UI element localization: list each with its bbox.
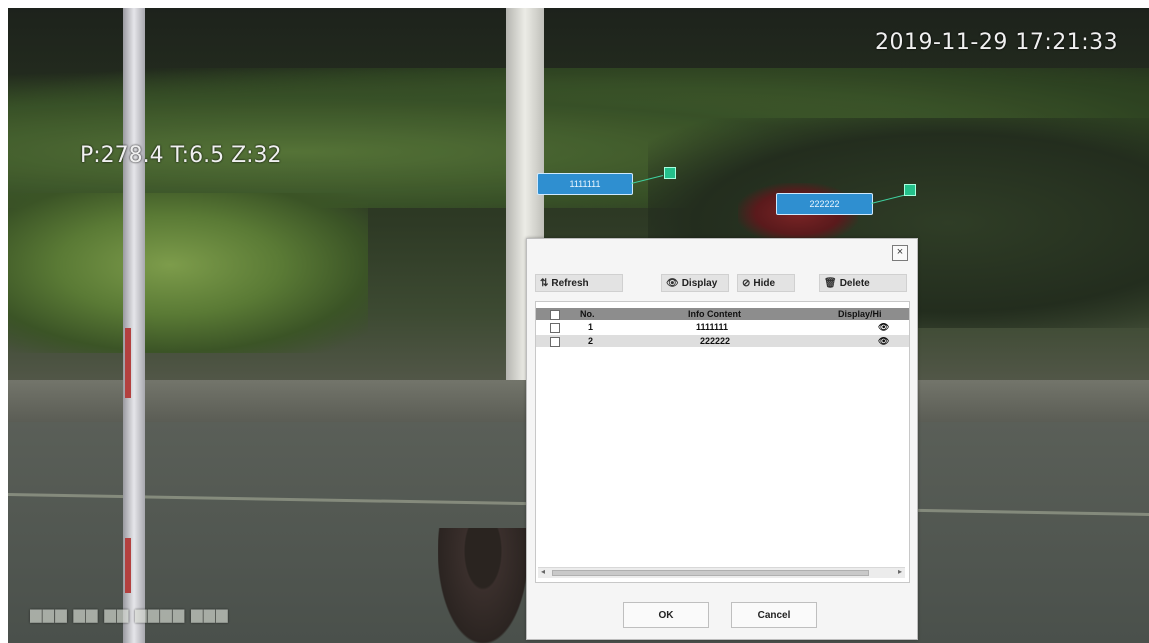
close-button[interactable]: × [892,245,908,261]
info-overlay-dialog: × ⇅ Refresh 👁 Display ⊘ Hide 🗑 Delete No… [526,238,918,640]
pole-marking [125,538,131,593]
list-header: No. Info Content Display/Hi [536,308,909,320]
display-button[interactable]: 👁 Display [661,274,729,292]
refresh-icon: ⇅ [540,277,549,289]
pole-marking [125,328,131,398]
tag-anchor-point[interactable] [904,184,916,196]
eye-hidden-icon: ⊘ [742,277,751,289]
ptz-overlay: P:278.4 T:6.5 Z:32 [80,143,282,168]
row-content: 1111111 [696,322,729,332]
refresh-label: Refresh [551,277,589,289]
column-header-display: Display/Hi [838,309,882,319]
list-row[interactable]: 1 1111111 👁 [536,321,909,333]
row-number: 1 [588,322,594,332]
delete-label: Delete [839,277,870,289]
visibility-icon[interactable]: 👁 [878,321,889,333]
select-all-checkbox[interactable] [550,310,560,320]
column-header-no: No. [580,309,595,319]
bush-left [8,193,368,353]
scroll-right-icon[interactable]: ▸ [898,567,902,576]
hide-button[interactable]: ⊘ Hide [737,274,795,292]
column-header-content: Info Content [688,309,741,319]
ok-button[interactable]: OK [623,602,709,628]
cancel-button[interactable]: Cancel [731,602,817,628]
refresh-button[interactable]: ⇅ Refresh [535,274,623,292]
horizontal-scrollbar[interactable]: ◂ ▸ [538,567,905,578]
info-tag-text: 1111111 [569,179,601,189]
info-list: No. Info Content Display/Hi 1 1111111 👁 … [535,301,910,583]
info-tag-1[interactable]: 1111111 [537,173,633,195]
info-tag-text: 222222 [809,199,840,209]
bottom-osd-text: ▆▆▆ ▆▆ ▆▆ ▆▆▆▆ ▆▆▆ [30,605,229,623]
trash-icon: 🗑 [824,277,837,289]
delete-button[interactable]: 🗑 Delete [819,274,907,292]
list-row[interactable]: 2 222222 👁 [536,335,909,347]
row-content: 222222 [700,336,731,346]
row-number: 2 [588,336,594,346]
person [438,528,528,643]
timestamp-overlay: 2019-11-29 17:21:33 [875,30,1119,55]
display-label: Display [681,277,718,289]
dialog-toolbar: ⇅ Refresh 👁 Display ⊘ Hide 🗑 Delete [535,274,908,294]
row-checkbox[interactable] [550,323,560,333]
row-checkbox[interactable] [550,337,560,347]
scrollbar-thumb[interactable] [552,570,869,576]
hide-label: Hide [753,277,776,289]
tag-anchor-point[interactable] [664,167,676,179]
info-tag-2[interactable]: 222222 [776,193,873,215]
scroll-left-icon[interactable]: ◂ [541,567,545,576]
eye-icon: 👁 [666,277,679,289]
visibility-icon[interactable]: 👁 [878,335,889,347]
